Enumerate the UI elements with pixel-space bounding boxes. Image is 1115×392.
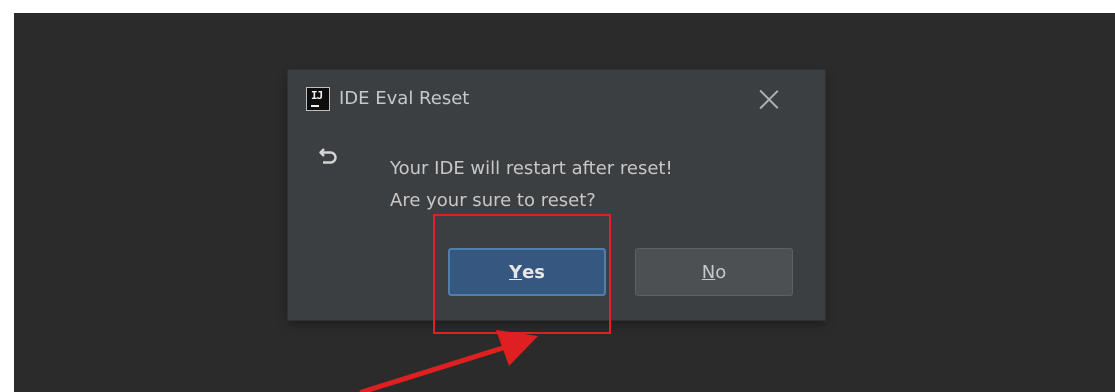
intellij-idea-icon: IJ bbox=[306, 87, 330, 111]
no-label: o bbox=[715, 261, 727, 283]
highlight-box-annotation bbox=[433, 214, 611, 334]
dialog-title: IDE Eval Reset bbox=[339, 88, 470, 109]
message-line-1: Your IDE will restart after reset! bbox=[390, 158, 673, 179]
dialog-title-bar[interactable]: IJ IDE Eval Reset bbox=[288, 70, 825, 130]
no-button[interactable]: No bbox=[635, 248, 793, 296]
app-icon-text: IJ bbox=[311, 89, 323, 102]
undo-arrow-icon bbox=[319, 148, 337, 164]
no-mnemonic: N bbox=[701, 261, 716, 283]
close-icon[interactable] bbox=[758, 88, 780, 110]
message-line-2: Are your sure to reset? bbox=[390, 190, 596, 211]
